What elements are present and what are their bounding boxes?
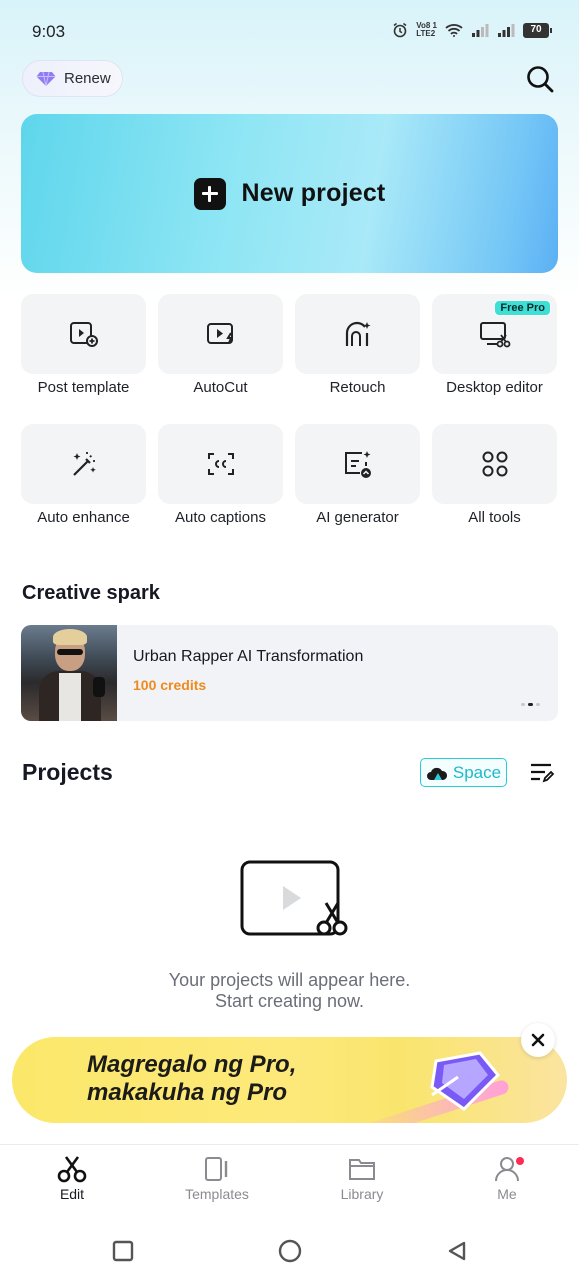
- renew-label: Renew: [64, 70, 111, 87]
- tool-label: Auto captions: [175, 509, 266, 526]
- spark-card-title: Urban Rapper AI Transformation: [133, 648, 364, 665]
- grid-icon: [482, 451, 507, 477]
- tab-label: Templates: [185, 1186, 249, 1202]
- tool-label: Auto enhance: [37, 509, 130, 526]
- tab-library[interactable]: Library: [312, 1155, 412, 1202]
- tool-auto-captions[interactable]: Auto captions: [158, 424, 283, 526]
- magic-wand-icon: [72, 451, 96, 476]
- tool-label: Retouch: [329, 379, 386, 396]
- back-icon[interactable]: [446, 1240, 468, 1262]
- tool-box[interactable]: [158, 294, 283, 374]
- tool-label: AI generator: [316, 509, 399, 526]
- creative-spark-title: Creative spark: [22, 582, 160, 604]
- empty-projects-line1: Your projects will appear here.: [168, 970, 411, 990]
- status-time: 9:03: [32, 22, 66, 41]
- tool-box[interactable]: Free Pro: [432, 294, 557, 374]
- space-button[interactable]: Space: [420, 758, 507, 787]
- tool-label: All tools: [468, 509, 521, 526]
- tool-box[interactable]: [295, 294, 420, 374]
- pager-dot: [521, 703, 525, 706]
- scissors-icon: [57, 1156, 87, 1183]
- projects-title: Projects: [22, 759, 113, 785]
- sort-edit-icon[interactable]: [530, 762, 554, 784]
- tab-label: Library: [340, 1186, 384, 1202]
- alarm-icon: [393, 22, 407, 38]
- new-project-button[interactable]: New project: [21, 114, 558, 273]
- free-pro-badge: Free Pro: [494, 300, 551, 316]
- tool-retouch[interactable]: Retouch: [295, 294, 420, 396]
- notification-dot: [516, 1157, 524, 1165]
- tool-box[interactable]: [432, 424, 557, 504]
- promo-banner[interactable]: Magregalo ng Pro, makakuha ng Pro: [12, 1037, 567, 1123]
- ai-generator-icon: [344, 451, 371, 478]
- renew-button[interactable]: Renew: [22, 60, 123, 97]
- spark-thumbnail: [21, 625, 117, 721]
- pager-dot-active: [528, 703, 533, 706]
- tool-label: Desktop editor: [446, 379, 543, 396]
- tab-label: Me: [497, 1186, 517, 1202]
- space-label: Space: [452, 762, 502, 782]
- recents-icon[interactable]: [112, 1240, 134, 1262]
- tab-label: Edit: [59, 1186, 85, 1202]
- promo-close-button[interactable]: [521, 1023, 555, 1057]
- tab-edit[interactable]: Edit: [22, 1155, 122, 1202]
- tool-box[interactable]: [21, 424, 146, 504]
- network-label-bottom: LTE2: [416, 29, 436, 38]
- tool-autocut[interactable]: AutoCut: [158, 294, 283, 396]
- pager-dot: [536, 703, 540, 706]
- empty-projects-line2: Start creating now.: [214, 991, 365, 1011]
- search-icon[interactable]: [525, 64, 555, 94]
- captions-icon: [207, 453, 234, 475]
- tool-desktop-editor[interactable]: Free Pro Desktop editor: [432, 294, 557, 396]
- desktop-editor-icon: [479, 322, 510, 348]
- empty-projects-illustration: [240, 860, 348, 936]
- gem-icon: [430, 1051, 501, 1111]
- network-type-label: Vo8 1 LTE2: [416, 22, 437, 38]
- tool-post-template[interactable]: Post template: [21, 294, 146, 396]
- plus-icon: [193, 177, 226, 210]
- promo-text: Magregalo ng Pro, makakuha ng Pro: [87, 1051, 296, 1107]
- promo-line1: Magregalo ng Pro,: [87, 1051, 297, 1078]
- home-icon[interactable]: [278, 1239, 302, 1263]
- autocut-icon: [206, 323, 233, 344]
- diamond-icon: [36, 71, 56, 86]
- cloud-icon: [426, 767, 447, 780]
- tool-ai-generator[interactable]: AI generator: [295, 424, 420, 526]
- spark-card-credits: 100 credits: [133, 677, 207, 693]
- post-template-icon: [69, 322, 98, 347]
- tool-box[interactable]: [295, 424, 420, 504]
- system-nav-bar: [0, 1214, 579, 1280]
- tool-label: AutoCut: [193, 379, 248, 396]
- tool-box[interactable]: [158, 424, 283, 504]
- close-icon: [531, 1033, 545, 1047]
- folder-icon: [349, 1159, 375, 1180]
- tab-templates[interactable]: Templates: [167, 1155, 267, 1202]
- signal-icon-2: [498, 24, 515, 37]
- tool-auto-enhance[interactable]: Auto enhance: [21, 424, 146, 526]
- retouch-icon: [345, 321, 370, 346]
- new-project-label: New project: [241, 179, 386, 207]
- status-icons: Vo8 1 LTE2 70: [392, 22, 552, 38]
- bottom-tab-bar: Edit Templates Library Me: [0, 1144, 579, 1214]
- wifi-icon: [445, 24, 463, 37]
- carousel-pager: [521, 703, 540, 706]
- promo-line2: makakuha ng Pro: [87, 1079, 288, 1106]
- tool-box[interactable]: [21, 294, 146, 374]
- battery-icon: 70: [523, 22, 552, 38]
- tool-label: Post template: [37, 379, 130, 396]
- signal-icon: [472, 24, 489, 37]
- status-bar: 9:03 Vo8 1 LTE2 70: [0, 0, 579, 60]
- templates-icon: [205, 1157, 228, 1181]
- creative-spark-card[interactable]: Urban Rapper AI Transformation 100 credi…: [21, 625, 558, 721]
- tab-me[interactable]: Me: [457, 1155, 557, 1202]
- tool-all-tools[interactable]: All tools: [432, 424, 557, 526]
